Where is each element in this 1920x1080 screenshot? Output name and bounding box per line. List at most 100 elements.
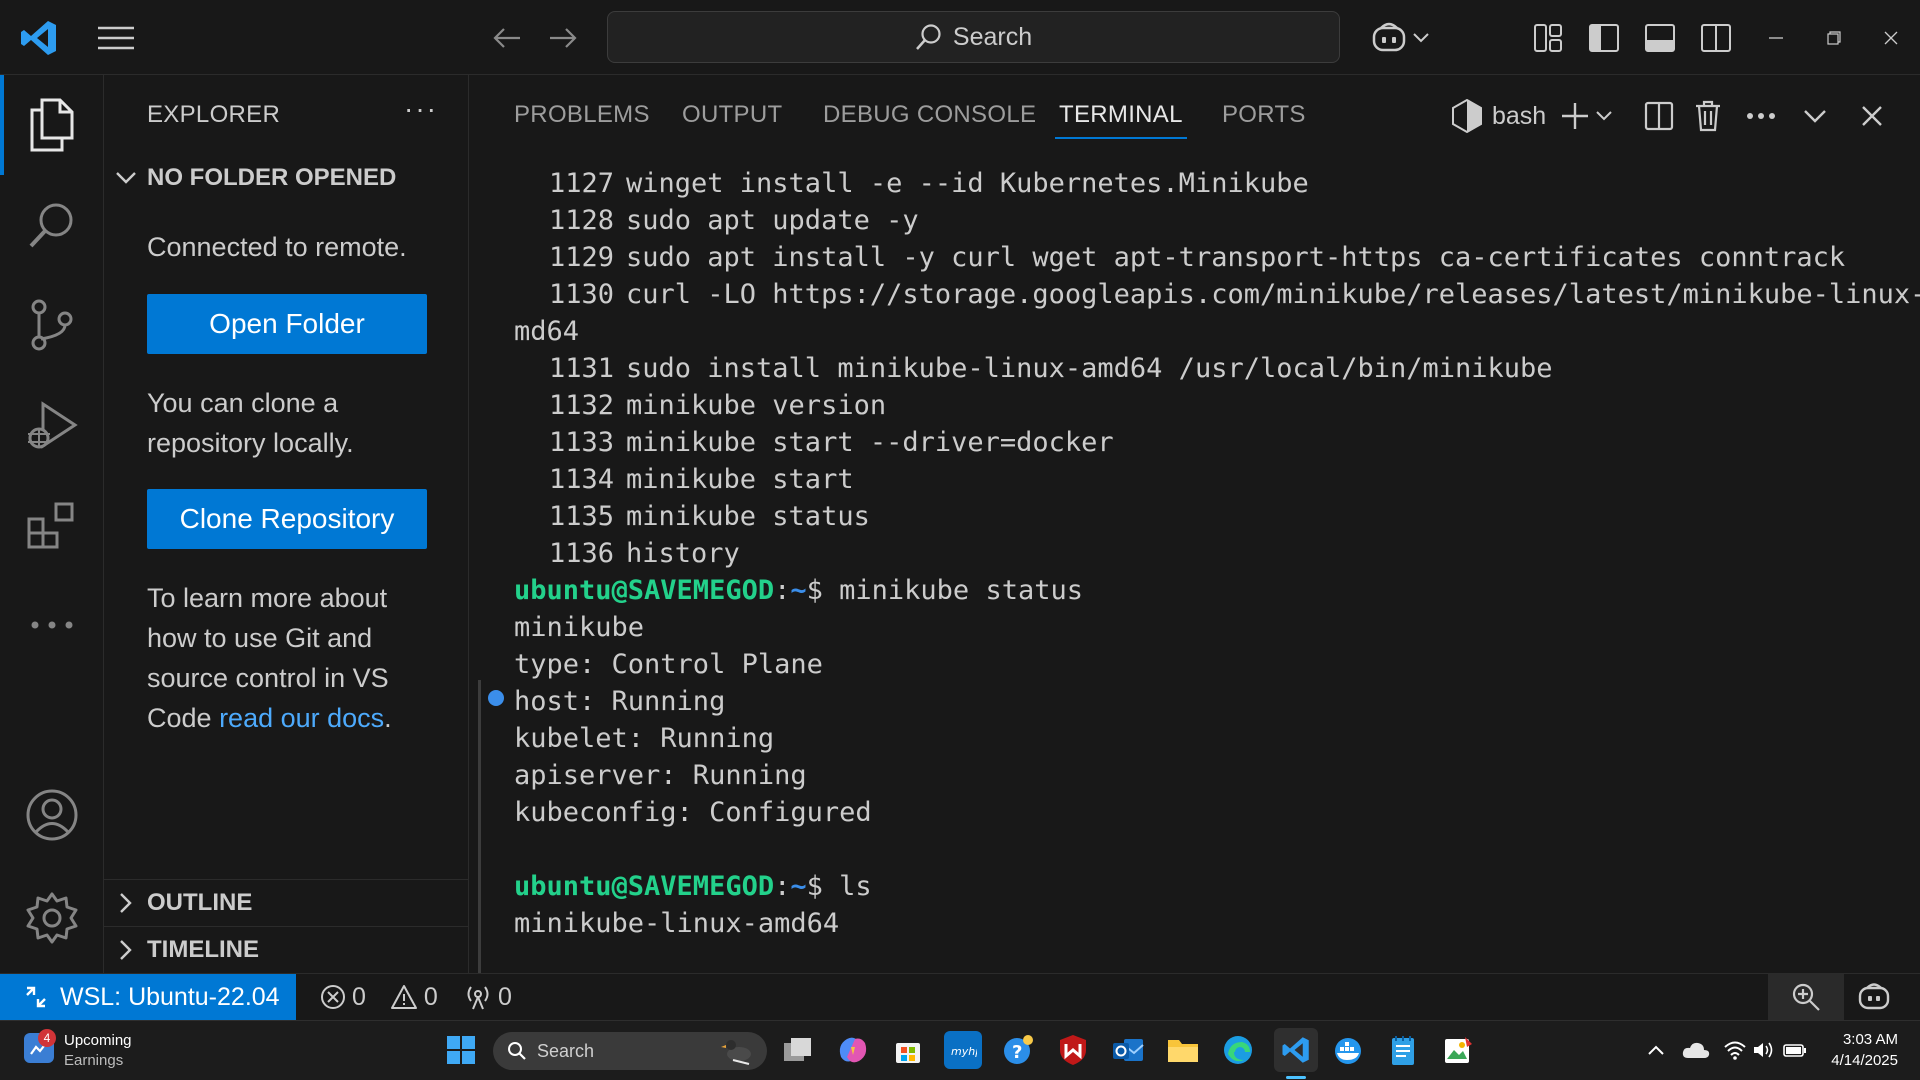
search-icon <box>915 23 943 51</box>
clone-repository-button[interactable]: Clone Repository <box>147 489 427 549</box>
copilot-app-icon[interactable] <box>834 1031 872 1069</box>
settings-gear-icon[interactable] <box>0 868 104 968</box>
ports-status[interactable]: 0 <box>464 974 512 1020</box>
remote-indicator[interactable]: WSL: Ubuntu-22.04 <box>0 974 296 1020</box>
microsoft-store-icon[interactable] <box>889 1031 927 1069</box>
history-line: 1134 minikube start <box>548 464 854 495</box>
read-docs-link[interactable]: read our docs <box>219 703 384 733</box>
file-explorer-icon[interactable] <box>1164 1031 1202 1069</box>
learn-more-end: . <box>384 703 392 733</box>
tab-terminal[interactable]: TERMINAL <box>1055 101 1187 139</box>
minimize-icon[interactable] <box>1765 0 1787 75</box>
warning-count: 0 <box>423 982 438 1011</box>
open-folder-button[interactable]: Open Folder <box>147 294 427 354</box>
vscode-taskbar-icon[interactable] <box>1274 1028 1318 1072</box>
forward-arrow-icon[interactable] <box>546 0 580 75</box>
more-actions-icon[interactable] <box>1746 93 1776 139</box>
command-center-search[interactable]: Search <box>607 11 1340 63</box>
history-line: 1136 history <box>548 538 740 569</box>
search-icon <box>507 1041 527 1061</box>
section-title: TIMELINE <box>147 935 259 963</box>
sidebar-more-actions[interactable]: ··· <box>404 93 438 125</box>
section-title: OUTLINE <box>147 888 253 916</box>
restore-icon[interactable] <box>1823 0 1845 75</box>
section-no-folder-opened[interactable]: NO FOLDER OPENED <box>104 155 469 201</box>
toggle-primary-sidebar-icon[interactable] <box>1586 0 1622 75</box>
plus-icon <box>1560 101 1590 131</box>
maximize-panel-chevron-icon[interactable] <box>1803 93 1827 139</box>
widget-subtitle: Earnings <box>64 1052 124 1069</box>
taskbar-search-label: Search <box>537 1040 595 1061</box>
image-editor-icon[interactable] <box>1439 1031 1477 1069</box>
history-line: 1130 curl -LO https://storage.googleapis.… <box>548 279 1920 310</box>
sidebar-title: EXPLORER <box>147 101 281 128</box>
learn-more-text: To learn more about how to use Git and s… <box>147 578 432 738</box>
onedrive-cloud-icon[interactable] <box>1679 1031 1713 1069</box>
warning-icon <box>390 984 418 1010</box>
tab-ports[interactable]: PORTS <box>1222 101 1306 129</box>
terminal-profile-bash[interactable]: bash <box>1452 93 1546 139</box>
volume-icon[interactable] <box>1748 1031 1778 1069</box>
battery-icon[interactable] <box>1779 1031 1811 1069</box>
task-view-icon[interactable] <box>779 1031 817 1069</box>
toggle-secondary-sidebar-icon[interactable] <box>1698 0 1734 75</box>
broadcast-icon <box>464 983 492 1011</box>
extensions-icon[interactable] <box>0 475 104 575</box>
close-panel-icon[interactable] <box>1861 93 1883 139</box>
menu-icon[interactable] <box>96 0 136 75</box>
tab-problems[interactable]: PROBLEMS <box>514 101 650 129</box>
tab-debug-console[interactable]: DEBUG CONSOLE <box>823 101 1036 129</box>
accounts-icon[interactable] <box>0 765 104 865</box>
output-line: kubelet: Running <box>514 723 775 754</box>
customize-layout-icon[interactable] <box>1530 0 1566 75</box>
new-terminal-button[interactable] <box>1560 93 1612 139</box>
widget-text[interactable]: Upcoming Earnings <box>64 1031 132 1071</box>
help-icon[interactable]: ? <box>999 1031 1037 1069</box>
outlook-icon[interactable] <box>1109 1031 1147 1069</box>
wifi-icon[interactable] <box>1719 1031 1751 1069</box>
edge-browser-icon[interactable] <box>1219 1031 1257 1069</box>
chevron-right-icon <box>104 939 147 960</box>
taskbar-search[interactable]: Search <box>493 1032 767 1070</box>
kill-terminal-trash-icon[interactable] <box>1694 93 1722 139</box>
mcafee-icon[interactable] <box>1054 1031 1092 1069</box>
section-timeline[interactable]: TIMELINE <box>104 926 469 972</box>
copilot-menu[interactable] <box>1368 0 1432 75</box>
search-view-icon[interactable] <box>0 175 104 275</box>
show-hidden-icons-chevron[interactable] <box>1641 1031 1671 1069</box>
history-line: 1129 sudo apt install -y curl wget apt-tr… <box>548 242 1846 273</box>
command-decoration-bar <box>478 680 481 973</box>
terminal-output[interactable]: 1127 winget install -e --id Kubernetes.Mi… <box>470 155 1920 973</box>
section-title: NO FOLDER OPENED <box>147 164 397 191</box>
back-arrow-icon[interactable] <box>490 0 524 75</box>
tab-output[interactable]: OUTPUT <box>682 101 782 129</box>
myhp-icon[interactable]: myhp <box>944 1031 982 1069</box>
explorer-icon[interactable] <box>0 75 104 175</box>
section-outline[interactable]: OUTLINE <box>104 879 469 925</box>
copilot-status-icon[interactable] <box>1852 974 1896 1020</box>
source-control-icon[interactable] <box>0 275 104 375</box>
toggle-panel-icon[interactable] <box>1642 0 1678 75</box>
more-views-icon[interactable] <box>0 575 104 675</box>
active-app-indicator <box>1286 1076 1306 1079</box>
chevron-down-icon <box>1413 32 1429 43</box>
chevron-right-icon <box>104 892 147 913</box>
svg-text:?: ? <box>1012 1042 1022 1063</box>
zoom-icon[interactable] <box>1768 974 1844 1020</box>
docker-icon[interactable] <box>1329 1031 1367 1069</box>
output-line: minikube <box>514 612 645 643</box>
prompt-line: ubuntu@SAVEMEGOD:~$ minikube status <box>514 575 1083 606</box>
explorer-sidebar: EXPLORER ··· NO FOLDER OPENED Connected … <box>104 75 469 973</box>
notepad-icon[interactable] <box>1384 1031 1422 1069</box>
history-line: 1132 minikube version <box>548 390 887 421</box>
activity-bar <box>0 75 104 973</box>
split-terminal-icon[interactable] <box>1644 93 1674 139</box>
run-debug-icon[interactable] <box>0 375 104 475</box>
close-window-icon[interactable] <box>1880 0 1902 75</box>
system-clock[interactable]: 3:03 AM 4/14/2025 <box>1831 1029 1898 1071</box>
start-windows-icon[interactable] <box>442 1031 480 1069</box>
problems-status[interactable]: 0 0 <box>320 974 438 1020</box>
bash-terminal-icon <box>1452 99 1482 133</box>
command-success-dot[interactable] <box>488 690 504 706</box>
widget-badge: 4 <box>38 1029 56 1047</box>
